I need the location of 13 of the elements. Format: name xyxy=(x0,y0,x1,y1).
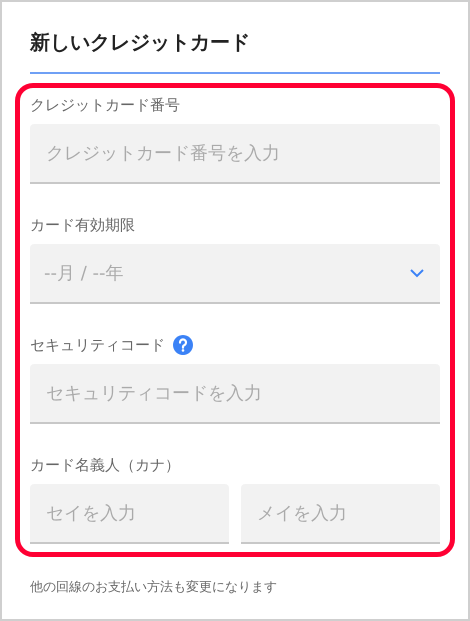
note-text: 他の回線のお支払い方法も変更になります xyxy=(30,579,278,597)
input-field[interactable]: クレジットカード番号を入力 xyxy=(30,124,440,184)
field-label: クレジットカード番号 xyxy=(30,95,180,116)
input-field[interactable]: セキュリティコードを入力 xyxy=(30,364,440,424)
field-label: セキュリティコード xyxy=(30,335,165,356)
field-label: カード有効期限 xyxy=(30,215,135,236)
input-field[interactable]: セイを入力 xyxy=(30,484,229,544)
form-title: 新しいクレジットカード xyxy=(30,29,251,56)
input-field[interactable]: メイを入力 xyxy=(241,484,440,544)
field-label: カード名義人（カナ） xyxy=(30,455,180,476)
select-field[interactable]: --月 / --年 xyxy=(30,244,440,304)
chevron-down-icon xyxy=(410,268,424,278)
help-icon[interactable] xyxy=(173,335,193,355)
